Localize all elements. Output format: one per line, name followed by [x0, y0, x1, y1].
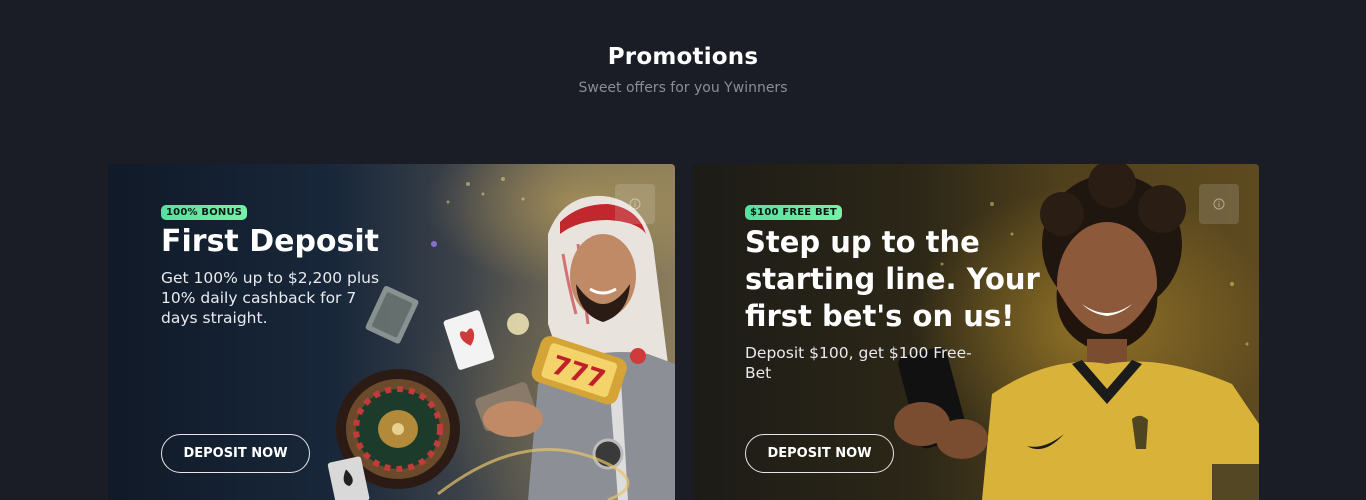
promotions-header: Promotions Sweet offers for you Ywinners [0, 44, 1366, 96]
info-button[interactable] [1199, 184, 1239, 224]
promo-badge: 100% BONUS [161, 205, 248, 220]
playing-card-icon [443, 310, 495, 370]
deposit-now-button[interactable]: DEPOSIT NOW [745, 434, 894, 473]
info-button[interactable] [615, 184, 655, 224]
promo-card-first-deposit[interactable]: 777 100% BONUS First Deposit Get 100% up… [108, 164, 675, 500]
info-icon [629, 198, 641, 210]
page-subtitle: Sweet offers for you Ywinners [578, 80, 788, 96]
promo-title: First Deposit [161, 224, 380, 259]
deposit-now-button[interactable]: DEPOSIT NOW [161, 434, 310, 473]
promo-description: Get 100% up to $2,200 plus 10% daily cas… [161, 269, 380, 327]
promo-card-free-bet[interactable]: $100 FREE BET Step up to the starting li… [692, 164, 1259, 500]
promo-title: Step up to the starting line. Your first… [745, 225, 1040, 333]
promo-badge: $100 FREE BET [745, 205, 842, 220]
info-icon [1213, 198, 1225, 210]
page-title: Promotions [607, 44, 759, 70]
promo-description: Deposit $100, get $100 Free-Bet [745, 344, 972, 382]
